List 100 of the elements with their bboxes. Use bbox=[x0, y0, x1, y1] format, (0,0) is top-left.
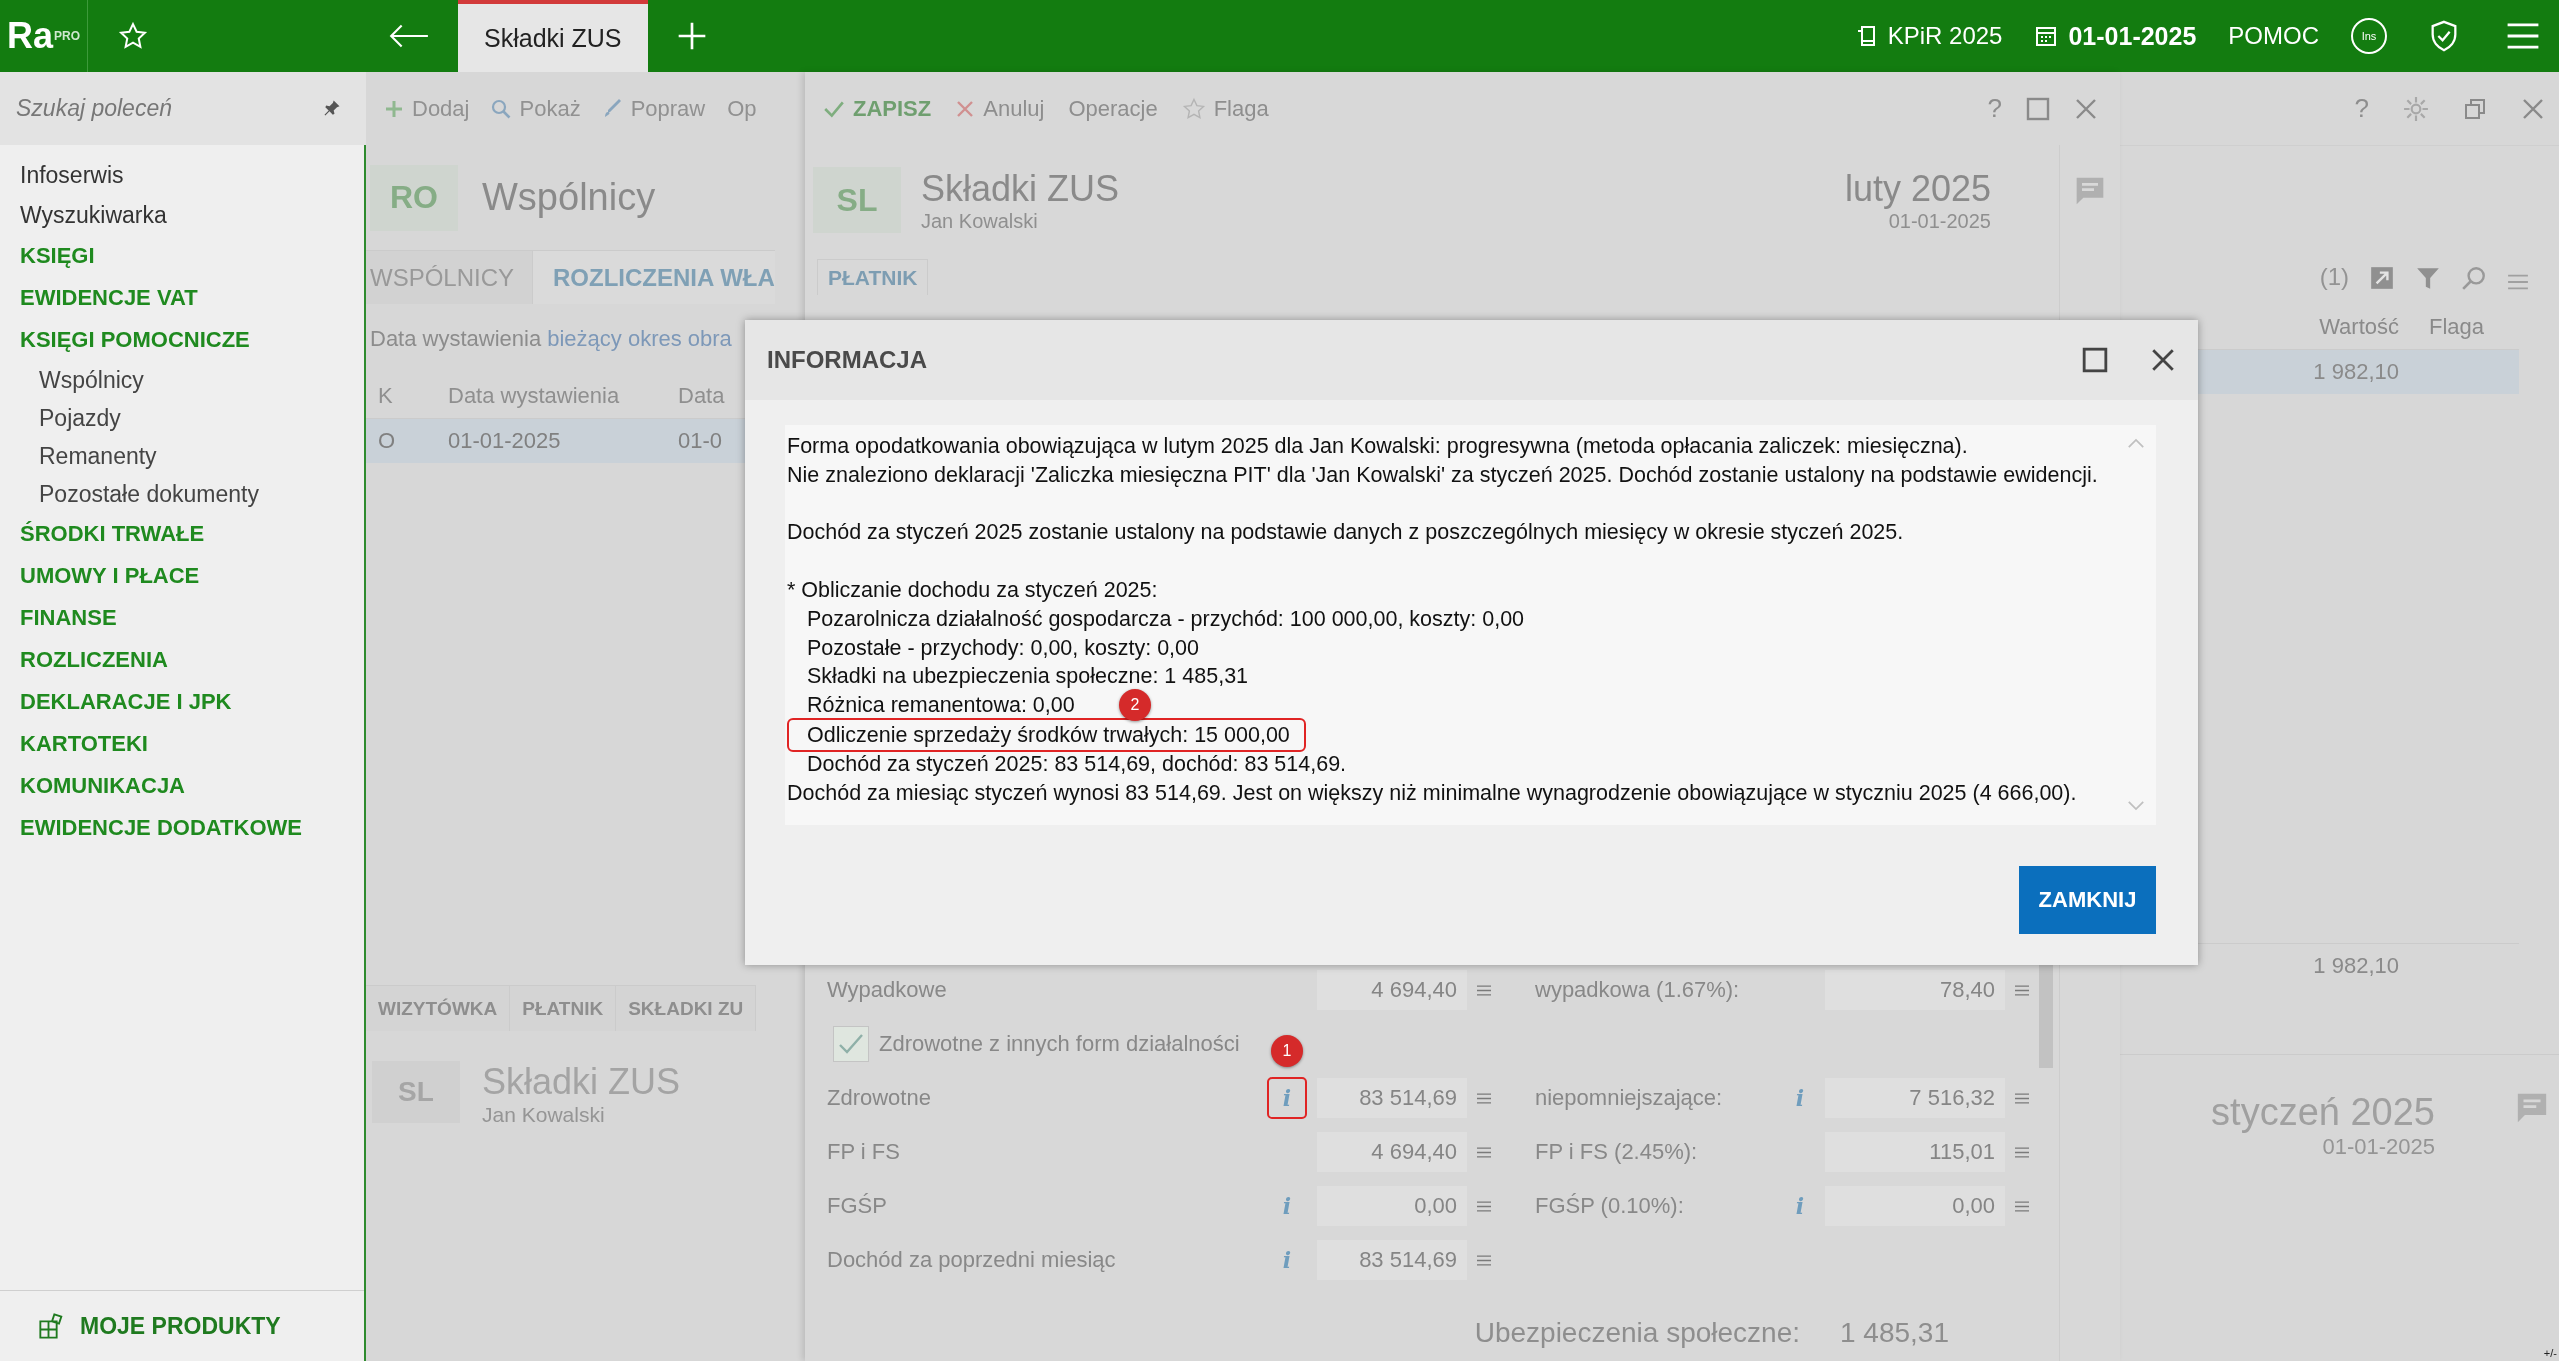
column-header[interactable]: K bbox=[378, 383, 448, 409]
toolbar-button[interactable]: ZAPISZ bbox=[823, 95, 932, 122]
sidebar-item[interactable]: EWIDENCJE DODATKOWE bbox=[0, 807, 364, 849]
back-arrow-icon[interactable] bbox=[388, 23, 430, 49]
restore-icon[interactable] bbox=[2463, 96, 2487, 121]
preview-date: 01-01-2025 bbox=[2322, 1134, 2435, 1160]
info-icon[interactable]: i bbox=[1266, 1239, 1308, 1281]
sidebar-item[interactable]: DEKLARACJE I JPK bbox=[0, 681, 364, 723]
callout-number: 2 bbox=[1119, 688, 1151, 721]
section-tab[interactable]: WSPÓLNICY bbox=[366, 250, 533, 304]
export-icon[interactable] bbox=[2369, 265, 2395, 291]
zoom-toggle[interactable]: +/- bbox=[2543, 1347, 2557, 1359]
message-line: Nie znaleziono deklaracji 'Zaliczka miesięczna PIT' dla 'Jan Kowalski' za styczeń 2025. Dochód zostanie ustalony na podstawie ewidencji. bbox=[787, 461, 2098, 489]
info-icon[interactable]: i bbox=[1266, 1185, 1308, 1227]
table-cell-text: O bbox=[378, 428, 397, 454]
amount-field[interactable]: 0,00 bbox=[1825, 1186, 2005, 1226]
sidebar-item[interactable]: Wyszukiwarka bbox=[0, 195, 364, 235]
sidebar-subitem[interactable]: Pozostałe dokumenty bbox=[0, 475, 364, 513]
search-icon[interactable] bbox=[2461, 265, 2487, 291]
toolbar-button[interactable]: Pokaż bbox=[491, 95, 581, 122]
star-icon[interactable] bbox=[118, 21, 148, 51]
field-label: niepomniejszające: bbox=[1535, 1085, 1724, 1111]
document-period: luty 2025 bbox=[1844, 167, 1991, 210]
table-cell-text: 1 982,10 bbox=[2312, 359, 2400, 385]
sidebar-item[interactable]: UMOWY I PŁACE bbox=[0, 555, 364, 597]
toolbar-button[interactable]: Operacje bbox=[1068, 95, 1158, 122]
field-menu-icon[interactable] bbox=[2015, 1145, 2029, 1159]
field-menu-icon[interactable] bbox=[1477, 1199, 1491, 1213]
calendar-icon[interactable] bbox=[2034, 24, 2059, 48]
amount-field[interactable]: 115,01 bbox=[1825, 1132, 2005, 1172]
column-header[interactable]: Data wystawienia bbox=[448, 383, 678, 409]
toolbar-button[interactable]: Anuluj bbox=[955, 95, 1045, 122]
sidebar-item[interactable]: ROZLICZENIA bbox=[0, 639, 364, 681]
sidebar-subitem[interactable]: Wspólnicy bbox=[0, 361, 364, 399]
command-search-field[interactable]: Szukaj poleceń bbox=[0, 72, 366, 145]
my-products-button[interactable]: MOJE PRODUKTY bbox=[0, 1290, 364, 1361]
sidebar-item[interactable]: EWIDENCJE VAT bbox=[0, 277, 364, 319]
amount-field[interactable]: 78,40 bbox=[1825, 970, 2005, 1010]
sidebar-item[interactable]: ŚRODKI TRWAŁE bbox=[0, 513, 364, 555]
sidebar-item[interactable]: KSIĘGI POMOCNICZE bbox=[0, 319, 364, 361]
field-menu-icon[interactable] bbox=[2015, 1091, 2029, 1105]
toolbar-button[interactable]: Flaga bbox=[1181, 95, 1269, 122]
close-button[interactable]: ZAMKNIJ bbox=[2019, 866, 2156, 934]
column-header[interactable]: Flaga bbox=[2409, 314, 2519, 340]
checkbox[interactable] bbox=[833, 1026, 869, 1062]
message-line: Dochód za styczeń 2025 zostanie ustalony na podstawie danych z poszczególnych miesięcy w okresie styczeń 2025. bbox=[787, 519, 1904, 547]
column-total: 1 982,10 bbox=[2312, 953, 2400, 979]
sidebar-subitem[interactable]: Pojazdy bbox=[0, 399, 364, 437]
sidebar-subitem[interactable]: Remanenty bbox=[0, 437, 364, 475]
field-menu-icon[interactable] bbox=[1477, 983, 1491, 997]
info-icon[interactable]: i bbox=[1779, 1185, 1821, 1227]
amount-field[interactable]: 7 516,32 bbox=[1825, 1078, 2005, 1118]
toolbar-button[interactable]: Popraw bbox=[602, 95, 706, 122]
dialog-title: INFORMACJA bbox=[767, 346, 927, 374]
sidebar-item[interactable]: FINANSE bbox=[0, 597, 364, 639]
amount-field[interactable]: 83 514,69 bbox=[1317, 1240, 1467, 1280]
field-menu-icon[interactable] bbox=[2015, 1199, 2029, 1213]
amount-field[interactable]: 83 514,69 bbox=[1317, 1078, 1467, 1118]
info-icon[interactable]: i bbox=[1779, 1077, 1821, 1119]
amount-field[interactable]: 0,00 bbox=[1317, 1186, 1467, 1226]
sidebar-item[interactable]: Infoserwis bbox=[0, 155, 364, 195]
toolbar-button[interactable]: Dodaj bbox=[384, 95, 470, 122]
toolbar-button[interactable]: Op bbox=[727, 95, 757, 122]
field-menu-icon[interactable] bbox=[1477, 1091, 1491, 1105]
help-icon[interactable]: ? bbox=[1987, 93, 2002, 124]
close-icon[interactable] bbox=[2150, 347, 2176, 373]
working-date[interactable]: 01-01-2025 bbox=[2068, 21, 2197, 51]
document-tab[interactable]: Składki ZUS bbox=[458, 0, 648, 72]
filter-link[interactable]: bieżący okres obra bbox=[547, 326, 732, 352]
filter-icon[interactable] bbox=[2415, 265, 2441, 291]
help-link[interactable]: POMOC bbox=[2228, 22, 2319, 50]
sidebar-item[interactable]: KOMUNIKACJA bbox=[0, 765, 364, 807]
sidebar-item[interactable]: KSIĘGI bbox=[0, 235, 364, 277]
field-label: Zdrowotne bbox=[827, 1085, 932, 1111]
module-badge: RO bbox=[370, 164, 458, 231]
scroll-down-icon[interactable] bbox=[2127, 800, 2145, 811]
document-title: Składki ZUS bbox=[921, 167, 1120, 210]
pin-icon[interactable] bbox=[322, 98, 342, 118]
amount-field[interactable]: 4 694,40 bbox=[1317, 1132, 1467, 1172]
detail-tab[interactable]: WIZYTÓWKA bbox=[366, 985, 511, 1031]
scroll-up-icon[interactable] bbox=[2127, 438, 2145, 449]
help-icon[interactable]: ? bbox=[2354, 93, 2369, 124]
field-label: Dochód za poprzedni miesiąc bbox=[827, 1247, 1117, 1273]
info-icon[interactable]: i bbox=[1266, 1077, 1308, 1119]
section-tab[interactable]: PŁATNIK bbox=[817, 259, 929, 295]
maximize-icon[interactable] bbox=[2082, 347, 2108, 373]
column-header[interactable]: Wartość bbox=[2289, 314, 2409, 340]
detail-tab[interactable]: SKŁADKI ZU bbox=[616, 985, 757, 1031]
book-year[interactable]: KPiR 2025 bbox=[1887, 22, 2003, 50]
total-label: Ubezpieczenia społeczne: bbox=[1474, 1317, 1800, 1349]
settings-icon[interactable] bbox=[2403, 95, 2429, 122]
sidebar-item[interactable]: KARTOTEKI bbox=[0, 723, 364, 765]
field-menu-icon[interactable] bbox=[1477, 1145, 1491, 1159]
field-menu-icon[interactable] bbox=[2015, 983, 2029, 997]
amount-field[interactable]: 4 694,40 bbox=[1317, 970, 1467, 1010]
detail-tab[interactable]: PŁATNIK bbox=[510, 985, 617, 1031]
section-tab[interactable]: ROZLICZENIA WŁA bbox=[532, 250, 775, 304]
module-badge: SL bbox=[813, 167, 901, 233]
field-menu-icon[interactable] bbox=[1477, 1253, 1491, 1267]
ins-badge[interactable]: Ins bbox=[2351, 18, 2387, 54]
